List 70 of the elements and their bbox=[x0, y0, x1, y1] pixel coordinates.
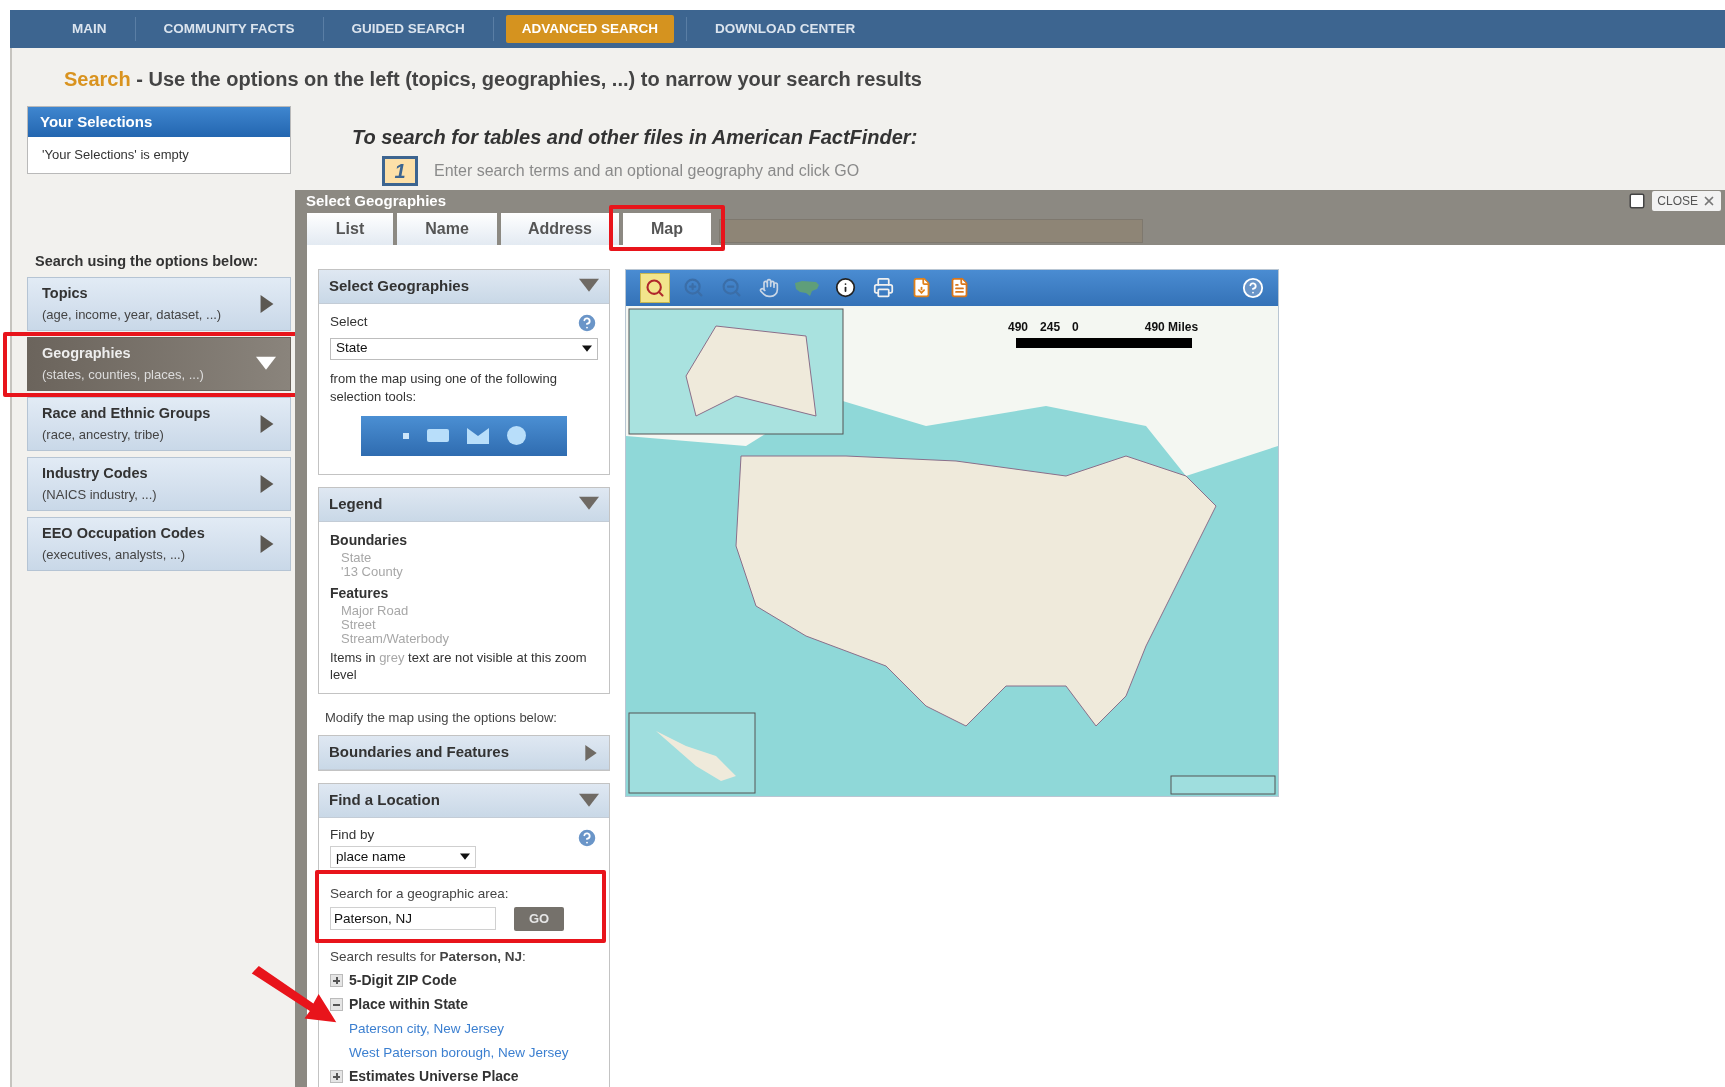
dialog-title: Select Geographies bbox=[306, 191, 447, 211]
search-option[interactable]: Industry Codes (NAICS industry, ...) bbox=[27, 456, 291, 511]
legend-heading: Features bbox=[330, 583, 390, 603]
search-option[interactable]: Race and Ethnic Groups (race, ancestry, tribe) bbox=[27, 396, 291, 451]
geography-level-dropdown[interactable]: State bbox=[330, 337, 598, 360]
result-link[interactable]: West Paterson borough, New Jersey bbox=[349, 1043, 569, 1064]
circle-tool-icon[interactable] bbox=[506, 426, 526, 445]
maximize-icon[interactable] bbox=[1628, 192, 1647, 211]
collapse-icon[interactable] bbox=[330, 997, 343, 1011]
help-icon[interactable] bbox=[576, 827, 598, 849]
panel-header[interactable]: Select Geographies bbox=[319, 269, 609, 304]
find-by-label: Find by bbox=[330, 826, 376, 844]
point-tool-icon[interactable] bbox=[402, 432, 409, 439]
expand-icon[interactable] bbox=[330, 973, 343, 987]
expand-icon[interactable] bbox=[330, 1070, 343, 1084]
legend-item: Major Road bbox=[340, 603, 410, 618]
rectangle-tool-icon[interactable] bbox=[426, 429, 449, 442]
expand-triangle-icon bbox=[258, 414, 276, 433]
nav-tab[interactable]: MAIN bbox=[56, 15, 123, 43]
search-label: Search for a geographic area: bbox=[330, 885, 510, 904]
scale-label: 490 Miles bbox=[1144, 318, 1199, 336]
expand-triangle-icon bbox=[258, 474, 276, 493]
scale-label: 0 bbox=[1072, 318, 1079, 336]
tools-text: from the map using one of the following selection tools: bbox=[330, 369, 558, 406]
identify-tool-icon[interactable] bbox=[640, 272, 670, 303]
legend-note: Items in grey text are not visible at this zoom level bbox=[330, 648, 588, 683]
options-label: Search using the options below: bbox=[35, 252, 260, 271]
go-button[interactable]: GO bbox=[514, 906, 564, 931]
dialog-tab[interactable]: Name bbox=[397, 212, 497, 245]
expand-triangle-icon bbox=[258, 294, 276, 313]
dialog-tab[interactable]: Address bbox=[501, 212, 619, 245]
close-button[interactable]: CLOSE bbox=[1652, 191, 1721, 212]
selections-title: Your Selections bbox=[28, 107, 290, 137]
page-heading: Search - Use the options on the left (topics, geographies, ...) to narrow your search results bbox=[63, 67, 923, 92]
modify-text: Modify the map using the options below: bbox=[325, 708, 558, 727]
step-text: Enter search terms and an optional geography and click GO bbox=[434, 161, 860, 181]
intro-text: To search for tables and other files in American FactFinder: bbox=[352, 125, 918, 150]
dialog-tab[interactable]: List bbox=[307, 212, 393, 245]
scale-label: 490 bbox=[1008, 318, 1029, 336]
geographic-area-field[interactable]: Paterson, NJ bbox=[330, 907, 496, 930]
search-option[interactable]: Geographies (states, counties, places, ...) bbox=[27, 336, 291, 391]
result-link[interactable]: Paterson city, New Jersey bbox=[349, 1018, 505, 1039]
step-number: 1 bbox=[382, 156, 418, 186]
legend-heading: Boundaries bbox=[330, 530, 408, 550]
result-group[interactable]: Estimates Universe Place bbox=[349, 1066, 519, 1087]
legend-item: Stream/Waterbody bbox=[340, 631, 450, 646]
results-label: Search results for Paterson, NJ: bbox=[330, 947, 527, 966]
select-label: Select bbox=[330, 313, 368, 332]
dropdown-caret-icon bbox=[582, 343, 592, 354]
scale-label: 245 bbox=[1040, 318, 1061, 336]
result-group[interactable]: 5-Digit ZIP Code bbox=[349, 969, 457, 991]
panel-header[interactable]: Legend bbox=[319, 487, 609, 522]
legend-item: Street bbox=[340, 617, 377, 632]
help-icon[interactable] bbox=[1242, 276, 1264, 299]
legend-item: State bbox=[340, 550, 373, 565]
search-option[interactable]: EEO Occupation Codes (executives, analysts, ...) bbox=[27, 516, 291, 571]
boundaries-panel[interactable]: Boundaries and Features bbox=[318, 735, 610, 771]
search-option[interactable]: Topics (age, income, year, dataset, ...) bbox=[27, 276, 291, 331]
nav-tab[interactable]: DOWNLOAD CENTER bbox=[699, 15, 872, 43]
find-by-dropdown[interactable]: place name bbox=[330, 846, 476, 869]
expand-triangle-icon bbox=[258, 534, 276, 553]
nav-tab[interactable]: GUIDED SEARCH bbox=[335, 15, 481, 43]
panel-header[interactable]: Find a Location bbox=[319, 784, 609, 818]
nav-tab[interactable]: COMMUNITY FACTS bbox=[147, 15, 311, 43]
help-icon[interactable] bbox=[576, 311, 598, 334]
selections-empty-text: 'Your Selections' is empty bbox=[41, 146, 190, 165]
polygon-tool-icon[interactable] bbox=[466, 427, 489, 444]
dialog-tab[interactable]: Map bbox=[623, 212, 711, 245]
result-group[interactable]: Place within State bbox=[349, 993, 469, 1015]
legend-item: '13 County bbox=[340, 564, 404, 579]
